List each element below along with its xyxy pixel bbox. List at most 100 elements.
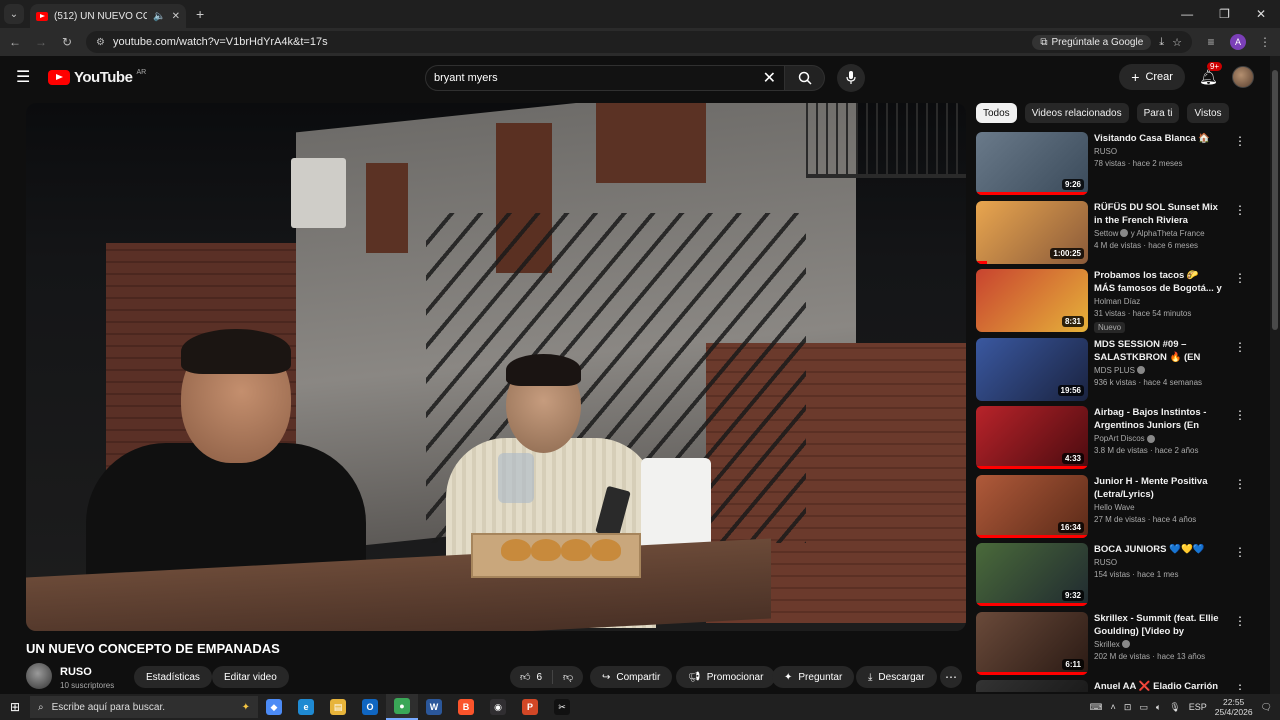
recommendation-channel[interactable]: MDS PLUS [1094, 366, 1145, 375]
copilot-icon[interactable]: ◆ [258, 694, 290, 720]
recommendation-title[interactable]: MDS SESSION #09 – SALASTKBRON 🔥 (EN VIVO… [1094, 338, 1222, 364]
recommendation-item[interactable]: 1:00:25 RÜFÜS DU SOL Sunset Mix in the Fr… [976, 200, 1248, 270]
battery-icon[interactable]: ▭ [1139, 702, 1148, 713]
clock[interactable]: 22:55 25/4/2026 [1215, 697, 1253, 717]
kebab-menu-icon[interactable]: ⋮ [1234, 203, 1246, 217]
recommendation-title[interactable]: Anuel AA ❌ Eladio Carrión | ... [1094, 680, 1222, 692]
search-query[interactable]: bryant myers [434, 72, 763, 84]
kebab-menu-icon[interactable]: ⋮ [1234, 614, 1246, 628]
recommendation-item[interactable]: 8:31 Probamos los tacos 🌮 MÁS famosos de … [976, 269, 1248, 338]
account-avatar[interactable] [1232, 66, 1254, 88]
recommendation-channel[interactable]: PopArt Discos [1094, 434, 1155, 443]
scrollbar-thumb[interactable] [1272, 70, 1278, 330]
recommendation-item[interactable]: 19:56 MDS SESSION #09 – SALASTKBRON 🔥 (EN… [976, 337, 1248, 407]
notification-center-icon[interactable]: 🗨︎ [1261, 702, 1272, 713]
recommendation-item[interactable]: 6:11 Skrillex - Summit (feat. Ellie Gould… [976, 611, 1248, 681]
search-input[interactable]: bryant myers ✕ [425, 65, 785, 91]
new-tab-plus-icon[interactable]: + [196, 6, 204, 22]
capcut-icon[interactable]: ✂ [546, 694, 578, 720]
create-button[interactable]: + Crear [1119, 64, 1185, 90]
notifications-button[interactable]: 🔔︎ 9+ [1199, 62, 1223, 86]
recommendation-thumbnail[interactable]: 9:26 [976, 132, 1088, 195]
recommendation-thumbnail[interactable] [976, 680, 1088, 692]
chrome-icon[interactable]: ● [386, 694, 418, 720]
tab-menu-icon[interactable]: ⌄ [4, 4, 24, 24]
kebab-menu-icon[interactable]: ⋮ [1234, 340, 1246, 354]
kebab-menu-icon[interactable]: ⋮ [1234, 408, 1246, 422]
voice-search-button[interactable] [837, 64, 865, 92]
page-scrollbar[interactable] [1270, 56, 1280, 694]
download-button[interactable]: ⤓ Descargar [856, 666, 937, 688]
back-icon[interactable]: ← [8, 35, 22, 49]
close-tab-icon[interactable]: ✕ [172, 11, 180, 22]
speaker-icon[interactable]: 🔈 [153, 11, 165, 22]
more-actions-icon[interactable]: ⋯ [940, 666, 962, 688]
chip-watched[interactable]: Vistos [1187, 103, 1229, 123]
recommendation-thumbnail[interactable]: 6:11 [976, 611, 1088, 675]
kebab-menu-icon[interactable]: ⋮ [1234, 682, 1246, 692]
window-close-icon[interactable]: ✕ [1256, 7, 1266, 21]
stats-button[interactable]: Estadísticas [134, 666, 212, 688]
powerpoint-icon[interactable]: P [514, 694, 546, 720]
star-icon[interactable]: ☆ [1172, 36, 1182, 49]
recommendation-title[interactable]: Airbag - Bajos Instintos - Argentinos Ju… [1094, 406, 1222, 432]
site-info-icon[interactable]: ⚙ [96, 37, 105, 48]
recommendation-channel[interactable]: RUSO [1094, 147, 1117, 156]
chip-related[interactable]: Videos relacionados [1024, 103, 1129, 123]
search-button[interactable] [785, 65, 825, 91]
clear-search-icon[interactable]: ✕ [763, 68, 776, 88]
url-text[interactable]: youtube.com/watch?v=V1brHdYrA4k&t=17s [113, 36, 1024, 48]
edit-video-button[interactable]: Editar video [212, 666, 289, 688]
hamburger-menu-icon[interactable]: ☰ [16, 67, 32, 87]
taskbar-search[interactable]: ⌕ Escribe aquí para buscar. ✦ [30, 696, 258, 718]
ask-google-button[interactable]: ⧉ Pregúntale a Google [1032, 34, 1152, 50]
kebab-icon[interactable]: ⋮ [1258, 35, 1272, 49]
recommendation-title[interactable]: Visitando Casa Blanca 🏠 [1094, 132, 1222, 145]
kebab-menu-icon[interactable]: ⋮ [1234, 477, 1246, 491]
word-icon[interactable]: W [418, 694, 450, 720]
recommendation-item[interactable]: 4:33 Airbag - Bajos Instintos - Argentino… [976, 406, 1248, 475]
dislike-button[interactable]: 👎︎ [553, 671, 583, 683]
recommendation-item[interactable]: Anuel AA ❌ Eladio Carrión | ... ⋮ [976, 680, 1248, 692]
recommendation-title[interactable]: RÜFÜS DU SOL Sunset Mix in the French Ri… [1094, 201, 1222, 227]
youtube-logo[interactable]: YouTube AR [48, 69, 146, 86]
channel-avatar[interactable] [26, 663, 52, 689]
share-button[interactable]: ↪ Compartir [590, 666, 673, 688]
edge-icon[interactable]: e [290, 694, 322, 720]
kebab-menu-icon[interactable]: ⋮ [1234, 134, 1246, 148]
recommendation-title[interactable]: Skrillex - Summit (feat. Ellie Goulding)… [1094, 612, 1222, 638]
obs-icon[interactable]: ◉ [482, 694, 514, 720]
brave-icon[interactable]: B [450, 694, 482, 720]
windows-start-icon[interactable]: ⊞ [0, 700, 30, 714]
recommendation-item[interactable]: 9:32 BOCA JUNIORS 💙💛💙 RUSO 154 vistas · hac… [976, 543, 1248, 612]
like-button[interactable]: 👍︎ 6 [510, 670, 554, 684]
promote-button[interactable]: 📢︎ Promocionar [676, 666, 776, 688]
chip-all[interactable]: Todos [976, 103, 1017, 123]
recommendation-thumbnail[interactable]: 1:00:25 [976, 200, 1088, 264]
ask-button[interactable]: ✦ Preguntar [772, 666, 855, 688]
keyboard-icon[interactable]: ⌨ [1090, 702, 1103, 713]
recommendation-title[interactable]: Junior H - Mente Positiva (Letra/Lyrics) [1094, 475, 1222, 501]
tray-chevron-icon[interactable]: ˄ [1111, 702, 1116, 712]
reload-icon[interactable]: ↻ [60, 35, 74, 49]
network-icon[interactable]: ⊡ [1124, 702, 1132, 713]
mic-icon[interactable]: 🎙︎ [1169, 702, 1180, 713]
address-bar[interactable]: ⚙ youtube.com/watch?v=V1brHdYrA4k&t=17s … [86, 31, 1192, 53]
channel-name[interactable]: RUSO [60, 666, 92, 678]
minimize-icon[interactable]: — [1181, 7, 1193, 21]
recommendation-thumbnail[interactable]: 16:34 [976, 474, 1088, 538]
profile-avatar[interactable]: A [1230, 34, 1246, 50]
install-icon[interactable]: ⤓ [1159, 36, 1164, 49]
volume-icon[interactable]: 🔈︎ [1156, 702, 1161, 713]
forward-icon[interactable]: → [34, 35, 48, 49]
file-explorer-icon[interactable]: ▤ [322, 694, 354, 720]
tab-search-icon[interactable]: ≡ [1204, 35, 1218, 49]
recommendation-channel[interactable]: Settow y AlphaTheta France [1094, 229, 1205, 238]
outlook-icon[interactable]: O [354, 694, 386, 720]
recommendation-title[interactable]: Probamos los tacos 🌮 MÁS famosos de Bogo… [1094, 269, 1222, 295]
recommendation-channel[interactable]: Hello Wave [1094, 503, 1135, 512]
recommendation-item[interactable]: 9:26 Visitando Casa Blanca 🏠 RUSO 78 vistas… [976, 132, 1248, 201]
restore-icon[interactable]: ❐ [1219, 7, 1230, 21]
recommendation-thumbnail[interactable]: 19:56 [976, 337, 1088, 401]
recommendation-thumbnail[interactable]: 4:33 [976, 406, 1088, 469]
